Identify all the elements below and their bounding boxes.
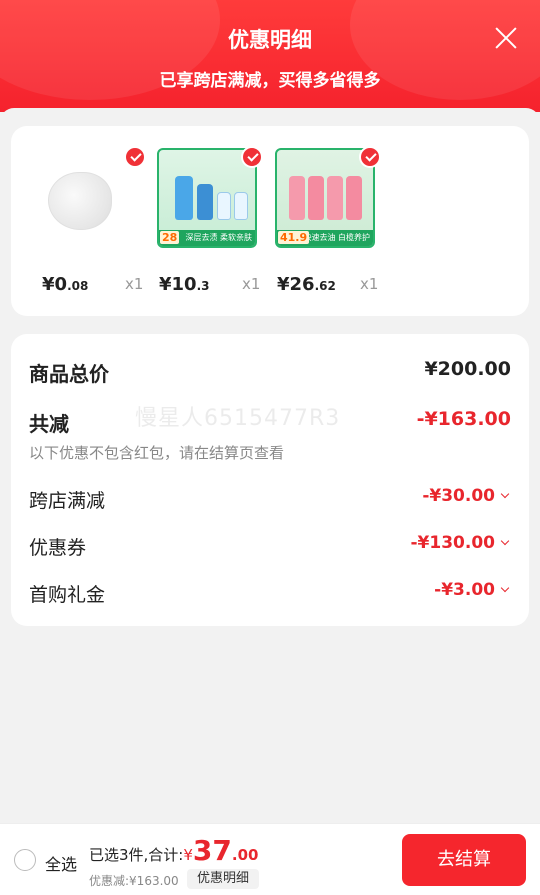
saved-amount: 优惠减:¥163.00 (89, 874, 179, 888)
product-list: ¥0.08 x1 深层去渍 柔软亲肤 28 ¥10.3 x1 快速去油 白榄养护… (11, 126, 529, 316)
chevron-down-icon[interactable] (499, 537, 511, 549)
selected-count-text: 已选3件,合计: (89, 846, 184, 864)
total-integer: 37 (192, 834, 232, 867)
selected-check-icon[interactable] (124, 146, 146, 168)
chevron-down-icon[interactable] (499, 584, 511, 596)
page-title: 优惠明细 (228, 28, 312, 52)
total-discount-value: -¥163.00 (416, 408, 511, 430)
product-qty: x1 (125, 275, 144, 293)
discount-value: -¥30.00 (422, 486, 495, 506)
checkout-button[interactable]: 去结算 (402, 834, 526, 886)
total-price-value: ¥200.00 (424, 358, 511, 380)
product-price: ¥10.3 (159, 274, 210, 295)
total-decimal: .00 (231, 846, 259, 864)
total-discount-label: 共减 (29, 412, 69, 436)
select-all-radio[interactable] (14, 849, 36, 871)
header: 优惠明细 已享跨店满减，买得多省得多 (0, 0, 540, 112)
discount-summary: 慢星人6515477R3 商品总价 ¥200.00 共减 -¥163.00 以下… (11, 334, 529, 626)
select-all-label[interactable]: 全选 (45, 851, 77, 875)
discount-detail-button[interactable]: 优惠明细 (187, 869, 260, 889)
product-qty: x1 (242, 275, 261, 293)
total-price-label: 商品总价 (29, 362, 109, 386)
product-price: ¥26.62 (277, 274, 336, 295)
chevron-down-icon[interactable] (499, 490, 511, 502)
watermark: 慢星人6515477R3 (135, 406, 341, 431)
total-line: 已选3件,合计:¥37.00 (89, 834, 258, 867)
selected-check-icon[interactable] (359, 146, 381, 168)
currency-symbol: ¥ (183, 846, 193, 864)
close-icon[interactable] (494, 26, 518, 50)
page-subtitle: 已享跨店满减，买得多省得多 (159, 71, 381, 91)
product-price: ¥0.08 (42, 274, 89, 295)
discount-label: 优惠券 (29, 537, 87, 559)
discount-note: 以下优惠不包含红包，请在结算页查看 (29, 444, 285, 462)
product-qty: x1 (360, 275, 379, 293)
discount-label: 跨店满减 (29, 490, 106, 512)
discount-value: -¥130.00 (410, 533, 496, 553)
checkout-bar: 全选 已选3件,合计:¥37.00 优惠减:¥163.00 优惠明细 去结算 (0, 823, 540, 895)
selected-check-icon[interactable] (241, 146, 263, 168)
discount-label: 首购礼金 (29, 584, 106, 606)
